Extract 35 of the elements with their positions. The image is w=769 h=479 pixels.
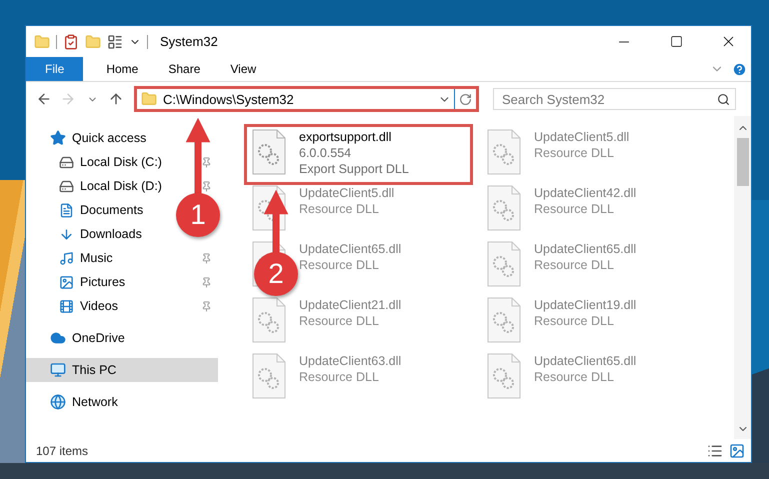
file-name: UpdateClient21.dll (299, 297, 402, 313)
nav-label: Music (80, 251, 113, 265)
file-name: UpdateClient42.dll (534, 185, 636, 201)
nav-label: Videos (80, 299, 118, 313)
nav-label: Documents (80, 203, 144, 217)
file-detail: Resource DLL (299, 257, 380, 273)
file-name: UpdateClient5.dll (534, 129, 630, 145)
file-detail: Export Support DLL (299, 161, 409, 177)
file-detail: Resource DLL (534, 369, 615, 385)
nav-label: Local Disk (C:) (80, 155, 162, 169)
file-name: UpdateClient65.dll (534, 353, 636, 369)
file-name: exportsupport.dll (299, 129, 392, 145)
file-name: UpdateClient65.dll (534, 241, 636, 257)
nav-label: Local Disk (D:) (80, 179, 162, 193)
file-detail: Resource DLL (299, 201, 380, 217)
nav-label: This PC (72, 363, 116, 377)
file-detail: Resource DLL (299, 313, 380, 329)
file-detail: 6.0.0.554 (299, 145, 352, 161)
nav-label: Quick access (72, 131, 146, 145)
window-title: System32 (160, 34, 219, 49)
file-detail: Resource DLL (534, 145, 615, 161)
file-detail: Resource DLL (534, 201, 615, 217)
nav-label: OneDrive (72, 331, 125, 345)
file-name: UpdateClient19.dll (534, 297, 636, 313)
file-detail: Resource DLL (299, 369, 380, 385)
nav-label: Downloads (80, 227, 142, 241)
address-path: C:\Windows\System32 (163, 92, 295, 106)
item-count: 107 items (36, 444, 90, 458)
file-name: UpdateClient5.dll (299, 185, 394, 201)
file-detail: Resource DLL (534, 257, 615, 273)
nav-label: Network (72, 395, 118, 409)
file-detail: Resource DLL (534, 313, 615, 329)
nav-label: Pictures (80, 275, 126, 289)
file-name: UpdateClient63.dll (299, 353, 402, 369)
file-name: UpdateClient65.dll (299, 241, 402, 257)
